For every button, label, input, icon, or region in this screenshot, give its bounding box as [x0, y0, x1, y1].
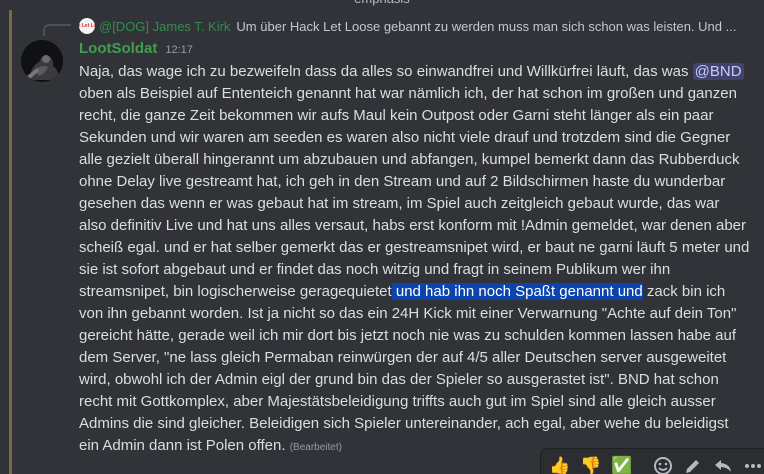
reply-spine — [43, 24, 71, 36]
thumbs-down-reaction[interactable]: 👎 — [580, 455, 601, 474]
avatar[interactable] — [21, 40, 63, 82]
user-mention[interactable]: @BND — [692, 63, 744, 80]
reply-icon[interactable] — [713, 455, 733, 474]
add-reaction-icon[interactable] — [653, 455, 673, 474]
message-action-bar: 👍 👎 ✅ — [540, 448, 764, 474]
message-content: Naja, das wage ich zu bezweifeln dass da… — [79, 61, 751, 459]
highlight-accent-bar — [9, 10, 12, 474]
selected-text: und hab ihn noch Spaßt genannt und — [391, 283, 643, 300]
edited-label: (Bearbeitet) — [289, 442, 342, 453]
top-partial-banner: emphasis — [0, 0, 764, 10]
message-timestamp[interactable]: 12:17 — [165, 44, 193, 56]
more-icon[interactable] — [743, 455, 763, 474]
message-text-part-3: zack bin ich von ihn gebannt worden. Ist… — [79, 283, 737, 454]
message-text-part-2: oben als Beispiel auf Ententeich genannt… — [79, 85, 750, 300]
check-reaction[interactable]: ✅ — [611, 455, 632, 474]
reply-author[interactable]: @[DOG] James T. Kirk — [99, 19, 230, 34]
reply-text[interactable]: Um über Hack Let Loose gebannt zu werden… — [236, 19, 736, 34]
edit-icon[interactable] — [683, 455, 703, 474]
message-text-part-1: Naja, das wage ich zu bezweifeln dass da… — [79, 63, 693, 80]
top-partial-text: emphasis — [0, 0, 764, 6]
message-header: LootSoldat 12:17 — [79, 40, 193, 60]
reply-preview[interactable]: Hack Let Loose @[DOG] James T. Kirk Um ü… — [79, 17, 759, 35]
thumbs-up-reaction[interactable]: 👍 — [549, 455, 570, 474]
reply-avatar[interactable]: Hack Let Loose — [79, 18, 95, 34]
message-author[interactable]: LootSoldat — [79, 40, 157, 57]
